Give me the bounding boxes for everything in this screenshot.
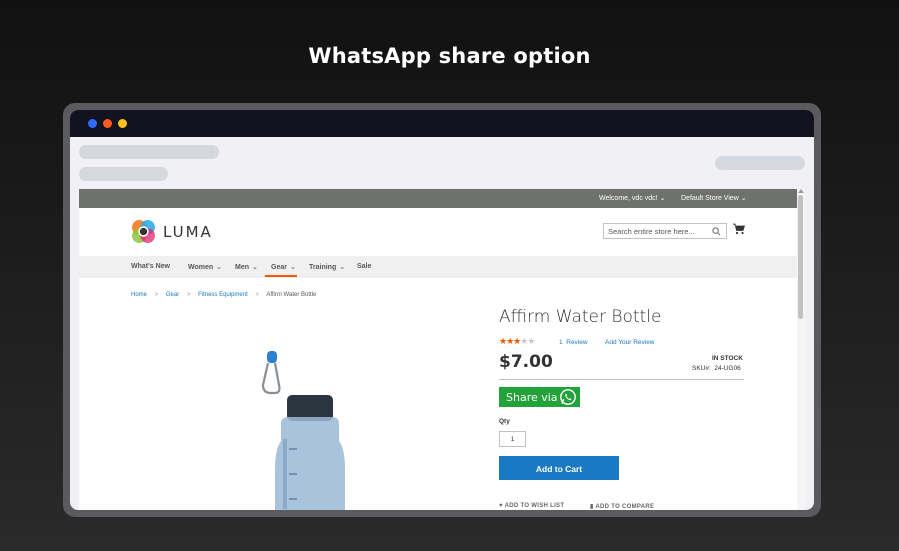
breadcrumb: Home > Gear > Fitness Equipment > Affirm… xyxy=(131,292,322,298)
compare-chart-icon: ▮ xyxy=(590,504,594,510)
add-to-cart-button[interactable]: Add to Cart xyxy=(499,456,619,480)
page-title: WhatsApp share option xyxy=(308,44,591,68)
star-empty-icon: ★ xyxy=(527,336,535,346)
breadcrumb-separator: > xyxy=(255,292,259,298)
product-image[interactable] xyxy=(259,349,359,510)
window-control-orange-dot[interactable] xyxy=(103,119,112,128)
breadcrumb-current: Affirm Water Bottle xyxy=(266,292,317,298)
product-price: $7.00 xyxy=(499,352,553,372)
placeholder-bar xyxy=(79,167,168,181)
heart-icon: ♥ xyxy=(499,503,503,509)
logo-text[interactable]: LUMA xyxy=(163,223,213,241)
scroll-up-icon[interactable] xyxy=(798,189,804,193)
nav-item-women[interactable]: Women ⌄ xyxy=(188,263,222,271)
window-control-blue-dot[interactable] xyxy=(88,119,97,128)
add-review-link[interactable]: Add Your Review xyxy=(605,339,655,346)
product-title: Affirm Water Bottle xyxy=(499,307,662,327)
add-to-compare-link[interactable]: ▮ ADD TO COMPARE xyxy=(590,503,654,510)
placeholder-bar xyxy=(715,156,805,170)
breadcrumb-separator: > xyxy=(154,292,159,298)
chevron-down-icon: ⌄ xyxy=(216,264,223,271)
stock-status: IN STOCK xyxy=(712,355,743,362)
nav-item-sale[interactable]: Sale xyxy=(357,263,371,270)
welcome-menu[interactable]: Welcome, vdc vdc! ⌄ xyxy=(599,194,665,202)
breadcrumb-gear[interactable]: Gear xyxy=(166,292,179,298)
store-view-switcher[interactable]: Default Store View ⌄ xyxy=(681,194,747,202)
placeholder-bar xyxy=(79,145,219,159)
cart-icon[interactable] xyxy=(733,223,745,235)
chevron-down-icon: ⌄ xyxy=(339,264,346,271)
nav-item-gear[interactable]: Gear ⌄ xyxy=(271,263,296,271)
browser-titlebar xyxy=(70,110,814,137)
whatsapp-icon xyxy=(560,389,576,405)
share-button-label: Share via xyxy=(506,391,558,404)
store-topbar: Welcome, vdc vdc! ⌄ Default Store View ⌄ xyxy=(79,189,797,208)
chevron-down-icon: ⌄ xyxy=(289,264,296,271)
nav-active-indicator xyxy=(265,275,297,277)
divider xyxy=(499,379,744,380)
whatsapp-share-button[interactable]: Share via xyxy=(499,387,580,407)
store-page: Welcome, vdc vdc! ⌄ Default Store View ⌄… xyxy=(79,189,797,510)
add-to-wishlist-link[interactable]: ♥ ADD TO WISH LIST xyxy=(499,503,564,509)
search-input[interactable]: Search entire store here... xyxy=(603,223,727,239)
breadcrumb-fitness-equipment[interactable]: Fitness Equipment xyxy=(198,292,248,298)
reviews-link[interactable]: 1 Review xyxy=(559,339,588,346)
page-scrollbar[interactable] xyxy=(797,189,805,510)
browser-window: Welcome, vdc vdc! ⌄ Default Store View ⌄… xyxy=(70,110,814,510)
qty-input[interactable]: 1 xyxy=(499,431,526,447)
chevron-down-icon: ⌄ xyxy=(252,264,258,271)
scroll-thumb[interactable] xyxy=(798,195,803,319)
product-sku: SKU#: 24-UG06 xyxy=(692,365,741,372)
rating-stars: ★★★★★ xyxy=(499,336,535,347)
search-icon[interactable] xyxy=(712,227,721,236)
nav-item-men[interactable]: Men ⌄ xyxy=(235,263,258,271)
breadcrumb-home[interactable]: Home xyxy=(131,292,147,298)
nav-item-training[interactable]: Training ⌄ xyxy=(309,263,345,271)
luma-logo-icon[interactable] xyxy=(131,219,156,244)
window-control-yellow-dot[interactable] xyxy=(118,119,127,128)
main-navigation: What's New Women ⌄ Men ⌄ Gear ⌄ Training ⌄ S… xyxy=(79,256,797,278)
nav-item-whats-new[interactable]: What's New xyxy=(131,263,170,270)
breadcrumb-separator: > xyxy=(186,292,191,298)
qty-label: Qty xyxy=(499,418,510,425)
